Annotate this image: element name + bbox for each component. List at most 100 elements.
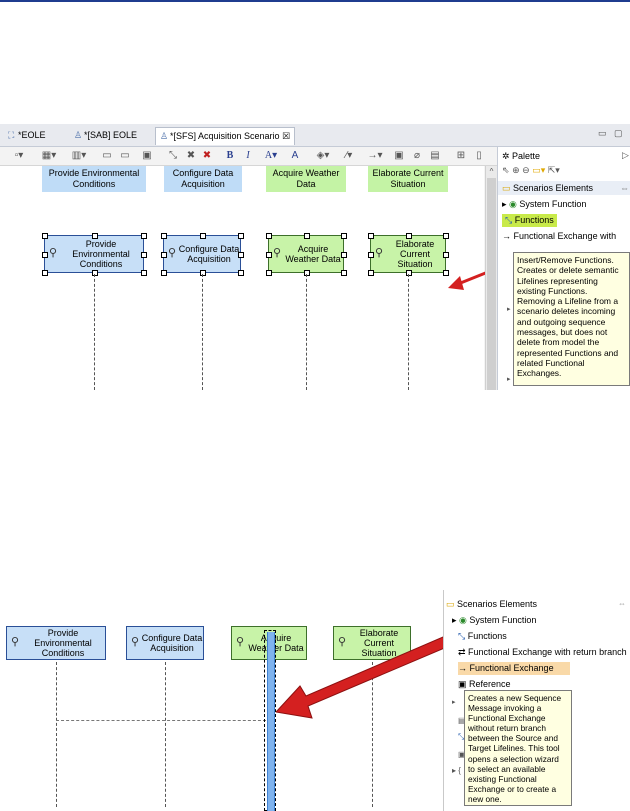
- diagram-canvas[interactable]: Provide Environmental Conditions Configu…: [0, 166, 501, 390]
- function-icon: ⚲: [49, 247, 58, 259]
- function-icon: ⚲: [236, 636, 245, 648]
- close-tab-icon[interactable]: ☒: [282, 131, 290, 141]
- selection-handle[interactable]: [92, 270, 98, 276]
- pin-icon[interactable]: ⌀: [410, 149, 424, 163]
- function-icon: ⚲: [375, 247, 384, 259]
- select-all-icon[interactable]: ▤: [428, 149, 442, 163]
- hide-icon[interactable]: ⤡: [166, 149, 180, 163]
- snap-icon[interactable]: ▯: [472, 149, 486, 163]
- selection-handle[interactable]: [238, 233, 244, 239]
- selection-handle[interactable]: [443, 252, 449, 258]
- selection-handle[interactable]: [443, 233, 449, 239]
- selection-handle[interactable]: [341, 233, 347, 239]
- diagram-icon: ♙: [74, 130, 83, 140]
- paste-format-icon[interactable]: ▭: [118, 149, 132, 163]
- selection-handle[interactable]: [266, 252, 272, 258]
- selection-handle[interactable]: [238, 270, 244, 276]
- filter-icon[interactable]: ▦▾: [36, 149, 62, 163]
- minimize-icon[interactable]: ▭: [598, 128, 607, 139]
- fill-color-icon[interactable]: ◈▾: [312, 149, 334, 163]
- exchange-icon: →: [502, 231, 514, 241]
- layer-icon[interactable]: ▫▾: [6, 149, 32, 163]
- diagram-icon: ♙: [160, 131, 169, 141]
- selection-handle[interactable]: [266, 270, 272, 276]
- selection-handle[interactable]: [141, 270, 147, 276]
- pin-icon[interactable]: ⇱▾: [548, 165, 560, 175]
- palette-section-scenarios-elements[interactable]: ▭ Scenarios Elements ⇔: [498, 181, 630, 195]
- grid-icon[interactable]: ⊞: [454, 149, 468, 163]
- selection-handle[interactable]: [406, 233, 412, 239]
- lifeline-provide-environmental-conditions[interactable]: ⚲ Provide Environmental Conditions: [44, 235, 144, 273]
- selection-handle[interactable]: [200, 233, 206, 239]
- palette-item-functions[interactable]: ⤡ Functions: [502, 214, 557, 227]
- lifeline-provide-environmental-conditions[interactable]: ⚲ Provide Environmental Conditions: [6, 626, 106, 660]
- layout-icon[interactable]: ▥▾: [66, 149, 92, 163]
- scroll-up-icon[interactable]: ^: [486, 166, 497, 177]
- canvas-vertical-scrollbar[interactable]: ^: [485, 166, 497, 390]
- tab-sab-eole[interactable]: ♙ *[SAB] EOLE: [70, 127, 141, 144]
- expand-icon: ▸: [452, 615, 460, 625]
- selection-handle[interactable]: [161, 270, 167, 276]
- editor-screenshot-functions: ⛶ *EOLE ♙ *[SAB] EOLE ♙ *[SFS] Acquisition …: [0, 124, 630, 390]
- selection-handle[interactable]: [304, 270, 310, 276]
- selection-handle[interactable]: [42, 252, 48, 258]
- selection-handle[interactable]: [368, 252, 374, 258]
- palette-item-functional-exchange-with[interactable]: → Functional Exchange with: [502, 230, 616, 243]
- line-style-icon[interactable]: →▾: [364, 149, 386, 163]
- lifeline-acquire-weather-data[interactable]: ⚲ Acquire Weather Data: [268, 235, 344, 273]
- selection-handle[interactable]: [238, 252, 244, 258]
- font-color-icon[interactable]: A▾: [260, 149, 282, 163]
- delete-icon[interactable]: ✖: [184, 149, 198, 163]
- selection-handle[interactable]: [42, 233, 48, 239]
- selection-handle[interactable]: [42, 270, 48, 276]
- selection-handle[interactable]: [92, 233, 98, 239]
- selection-handle[interactable]: [406, 270, 412, 276]
- palette-item-system-function[interactable]: ▸ ◉ System Function: [502, 198, 586, 211]
- line-color-icon[interactable]: ⁄▾: [338, 149, 360, 163]
- selection-handle[interactable]: [141, 233, 147, 239]
- selection-handle[interactable]: [341, 270, 347, 276]
- selection-handle[interactable]: [304, 233, 310, 239]
- selection-handle[interactable]: [161, 233, 167, 239]
- italic-icon[interactable]: I: [242, 149, 254, 163]
- delete-from-model-icon[interactable]: ✖: [200, 149, 214, 163]
- palette-collapse-icon[interactable]: ▷: [622, 150, 629, 161]
- lifeline-dashed-line: [165, 662, 166, 807]
- function-icon: ⚲: [11, 636, 20, 648]
- maximize-icon[interactable]: ▢: [614, 128, 623, 139]
- functions-icon: ⤡: [505, 215, 515, 225]
- palette-section-scenarios-elements[interactable]: ▭ Scenarios Elements: [446, 598, 537, 611]
- scrollbar-thumb[interactable]: [487, 178, 496, 390]
- execution-bar-acquire-weather-data[interactable]: [267, 632, 275, 811]
- tab-eole[interactable]: ⛶ *EOLE: [4, 127, 50, 144]
- zoom-in-icon[interactable]: ⊕: [512, 165, 520, 175]
- editor-tab-bar: ⛶ *EOLE ♙ *[SAB] EOLE ♙ *[SFS] Acquisition …: [0, 124, 630, 147]
- zoom-icon[interactable]: ▣: [392, 149, 406, 163]
- palette-item-functional-exchange-with-return-branch[interactable]: ⇄ Functional Exchange with return branch: [458, 646, 627, 659]
- palette-item-functional-exchange[interactable]: → Functional Exchange: [458, 662, 570, 675]
- selection-handle[interactable]: [200, 270, 206, 276]
- selection-handle[interactable]: [341, 252, 347, 258]
- section-collapse-icon[interactable]: ⇔: [620, 181, 629, 195]
- palette-item-functions[interactable]: ⤡ Functions: [458, 630, 507, 643]
- zoom-out-icon[interactable]: ⊖: [522, 165, 530, 175]
- section-collapse-icon[interactable]: ⇔: [618, 599, 626, 608]
- lifeline-elaborate-current-situation[interactable]: ⚲ Elaborate Current Situation: [370, 235, 446, 273]
- select-tool-icon[interactable]: ⇖: [502, 165, 510, 175]
- bold-icon[interactable]: B: [224, 149, 236, 163]
- selection-handle[interactable]: [368, 233, 374, 239]
- lifeline-configure-data-acquisition[interactable]: ⚲ Configure Data Acquisition: [163, 235, 241, 273]
- selection-handle[interactable]: [368, 270, 374, 276]
- palette-item-system-function[interactable]: ▸ ◉ System Function: [452, 614, 536, 627]
- expand-icon: ▸: [452, 699, 456, 706]
- refresh-icon[interactable]: ▣: [140, 149, 154, 163]
- selection-handle[interactable]: [141, 252, 147, 258]
- copy-format-icon[interactable]: ▭: [100, 149, 114, 163]
- note-icon[interactable]: ▭▾: [532, 165, 545, 175]
- system-icon: ⛶: [8, 130, 15, 140]
- tab-sfs-acquisition-scenario[interactable]: ♙ *[SFS] Acquisition Scenario ☒: [155, 127, 296, 145]
- font-icon[interactable]: A: [288, 149, 302, 163]
- lifeline-configure-data-acquisition[interactable]: ⚲ Configure Data Acquisition: [126, 626, 204, 660]
- selection-handle[interactable]: [161, 252, 167, 258]
- selection-handle[interactable]: [266, 233, 272, 239]
